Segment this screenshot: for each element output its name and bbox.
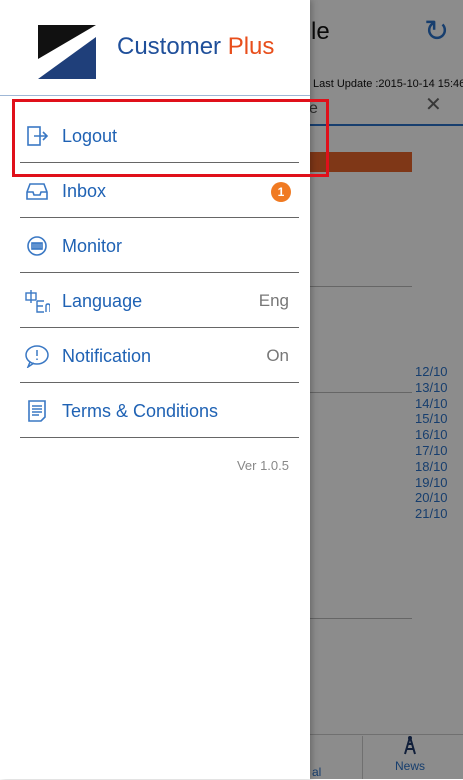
menu-label-monitor: Monitor [62,236,123,256]
brand-name-customer: Customer [117,33,228,60]
menu-label-language: Language [62,291,143,311]
terms-icon [24,384,50,438]
menu-divider [20,382,299,383]
menu-divider [20,327,299,328]
inbox-count-badge: 1 [271,182,291,202]
notification-icon [24,329,50,383]
brand-name-plus: Plus [227,33,275,60]
menu-divider [20,272,299,273]
menu-divider [20,437,299,438]
menu-item-monitor[interactable]: Monitor [20,219,299,273]
brand-name: Customer Plus [117,33,274,61]
brand-logo [38,25,96,79]
menu-label-terms: Terms & Conditions [62,401,219,421]
header-divider [0,95,310,96]
menu-label-notification: Notification [62,346,152,366]
language-value: Eng [258,291,289,310]
language-icon [24,274,50,328]
notification-value: On [266,346,289,365]
app-version: Ver 1.0.5 [236,458,289,473]
menu-item-notification[interactable]: Notification On [20,329,299,383]
drawer-header: Customer Plus [0,0,310,96]
monitor-icon [24,219,50,273]
logout-highlight-box [12,99,329,177]
menu-divider [20,217,299,218]
menu-item-terms[interactable]: Terms & Conditions [20,384,299,438]
menu-item-language[interactable]: Language Eng [20,274,299,328]
